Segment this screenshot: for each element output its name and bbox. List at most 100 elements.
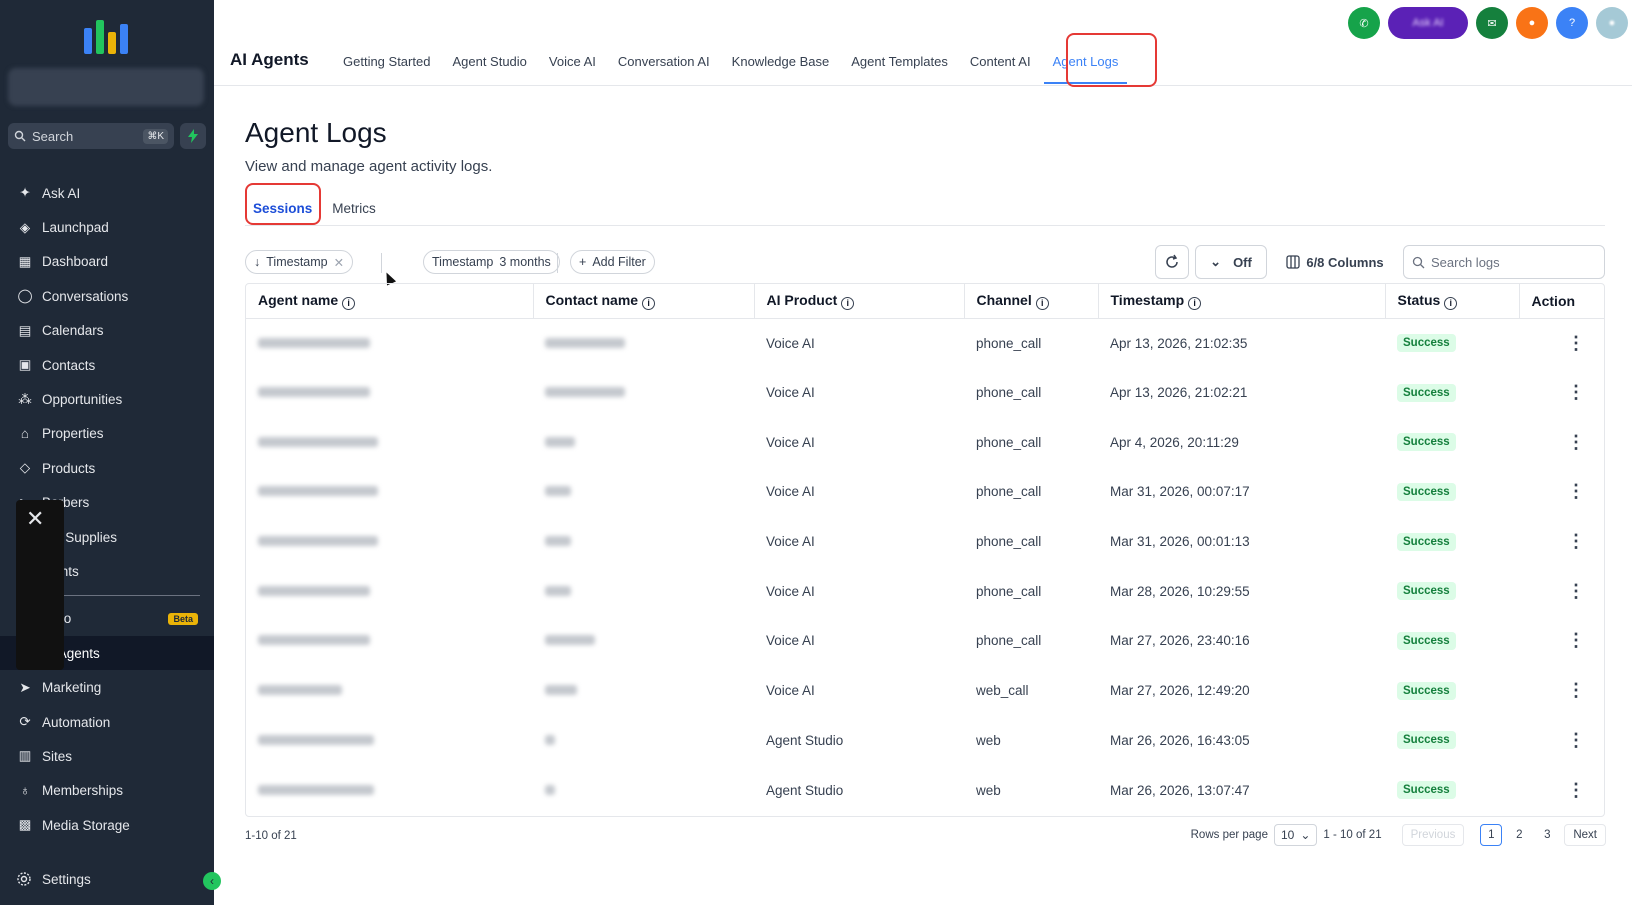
tab-conversation-ai[interactable]: Conversation AI [607, 54, 721, 78]
search-shortcut-badge: ⌘K [143, 128, 168, 144]
more-vertical-icon[interactable]: ⋮ [1531, 531, 1585, 551]
tab-metrics[interactable]: Metrics [324, 198, 384, 226]
refresh-button[interactable] [1155, 245, 1189, 279]
quick-action-button[interactable] [180, 123, 206, 149]
info-icon[interactable]: i [841, 296, 855, 310]
sparkle-icon: ✦ [19, 185, 31, 201]
filter-chip-timestamp-range[interactable]: Timestamp 3 months [423, 250, 560, 274]
divider [557, 253, 558, 273]
sidebar-item-settings[interactable]: Settings [0, 862, 214, 896]
redacted-agent-name [258, 585, 370, 596]
info-icon[interactable]: i [1188, 296, 1202, 310]
user-avatar[interactable]: ● [1596, 7, 1628, 39]
collapse-sidebar-button[interactable]: ‹ [203, 872, 221, 890]
search-logs-input[interactable] [1431, 254, 1591, 270]
sidebar-item-label: Conversations [42, 288, 129, 304]
tab-knowledge-base[interactable]: Knowledge Base [721, 54, 841, 78]
more-vertical-icon[interactable]: ⋮ [1531, 333, 1585, 353]
tab-content-ai[interactable]: Content AI [959, 54, 1042, 78]
search-logs-field[interactable] [1403, 245, 1605, 279]
status-badge: Success [1397, 681, 1456, 700]
auto-refresh-toggle[interactable]: ⌄ Off [1195, 245, 1267, 279]
column-header-status[interactable]: Status i [1385, 284, 1520, 319]
add-filter-button[interactable]: + Add Filter [570, 250, 655, 274]
info-icon[interactable]: i [342, 296, 356, 310]
column-header-timestamp[interactable]: Timestamp i [1098, 284, 1386, 319]
column-header-contact-name[interactable]: Contact name i [533, 284, 755, 319]
brand-logo[interactable] [84, 14, 130, 54]
sidebar-item-media-storage[interactable]: ▩ Media Storage [0, 808, 214, 842]
table-row[interactable]: Agent Studio web Mar 26, 2026, 13:07:47 Suc… [246, 765, 1604, 815]
sidebar-item-opportunities[interactable]: ⁂ Opportunities [0, 382, 214, 416]
more-vertical-icon[interactable]: ⋮ [1531, 382, 1585, 402]
table-row[interactable]: Agent Studio web Mar 26, 2026, 16:43:05 Suc… [246, 716, 1604, 766]
cell-channel: phone_call [976, 385, 1042, 401]
close-icon[interactable]: ✕ [26, 506, 44, 532]
column-header-agent-name[interactable]: Agent name i [246, 284, 534, 319]
sidebar-item-label: Dashboard [42, 254, 109, 270]
sidebar-item-launchpad[interactable]: ◈ Launchpad [0, 210, 214, 244]
sidebar-item-contacts[interactable]: ▣ Contacts [0, 348, 214, 382]
table-row[interactable]: Voice AI phone_call Mar 31, 2026, 00:07:17… [246, 467, 1604, 517]
status-badge: Success [1397, 631, 1456, 650]
sidebar-item-products[interactable]: ◇ Products [0, 451, 214, 485]
page-button-3[interactable]: 3 [1536, 824, 1558, 846]
page-button-1[interactable]: 1 [1480, 824, 1503, 846]
columns-button[interactable]: 6/8 Columns [1275, 245, 1395, 279]
sidebar-item-label: Calendars [42, 323, 104, 339]
tab-getting-started[interactable]: Getting Started [332, 54, 441, 78]
more-vertical-icon[interactable]: ⋮ [1531, 432, 1585, 452]
page-button-2[interactable]: 2 [1508, 824, 1530, 846]
sidebar-item-label: Contacts [42, 357, 96, 373]
house-icon: ⌂ [20, 426, 30, 442]
sort-chip-timestamp[interactable]: ↓ Timestamp ✕ [245, 250, 354, 274]
table-row[interactable]: Voice AI phone_call Mar 28, 2026, 10:29:55… [246, 566, 1604, 616]
sidebar-item-marketing[interactable]: ➤ Marketing [0, 670, 214, 704]
sidebar-divider [56, 594, 200, 596]
cell-ai-product: Voice AI [766, 683, 815, 699]
more-vertical-icon[interactable]: ⋮ [1531, 680, 1585, 700]
table-row[interactable]: Voice AI phone_call Apr 13, 2026, 21:02:21… [246, 368, 1604, 418]
previous-page-button[interactable]: Previous [1401, 824, 1465, 846]
megaphone-button[interactable]: ✉ [1476, 7, 1508, 39]
sidebar-item-properties[interactable]: ⌂ Properties [0, 417, 214, 451]
column-header-channel[interactable]: Channel i [964, 284, 1099, 319]
remove-chip-icon[interactable]: ✕ [334, 255, 344, 270]
table-row[interactable]: Voice AI phone_call Apr 13, 2026, 21:02:35… [246, 318, 1604, 368]
table-row[interactable]: Voice AI web_call Mar 27, 2026, 12:49:20 Su… [246, 666, 1604, 716]
info-icon[interactable]: i [1035, 296, 1049, 310]
info-icon[interactable]: i [1444, 296, 1458, 310]
sidebar-item-ask-ai[interactable]: ✦ Ask AI [0, 176, 214, 210]
more-vertical-icon[interactable]: ⋮ [1531, 730, 1585, 750]
notifications-button[interactable]: ● [1516, 7, 1548, 39]
more-vertical-icon[interactable]: ⋮ [1531, 630, 1585, 650]
ask-ai-button[interactable]: Ask AI [1388, 7, 1468, 39]
sidebar-item-sites[interactable]: ▥ Sites [0, 739, 214, 773]
sidebar-item-automation[interactable]: ⟳ Automation [0, 705, 214, 739]
sidebar-search-input[interactable]: Search ⌘K [8, 123, 174, 149]
status-badge: Success [1397, 532, 1456, 551]
table-row[interactable]: Voice AI phone_call Apr 4, 2026, 20:11:29 S… [246, 417, 1604, 467]
redacted-agent-name [258, 337, 370, 348]
tab-voice-ai[interactable]: Voice AI [538, 54, 607, 78]
account-switcher[interactable] [8, 68, 204, 106]
sidebar-item-memberships[interactable]: ♁ Memberships [0, 774, 214, 808]
sidebar-item-label: Properties [42, 426, 104, 442]
sidebar-item-label: Memberships [42, 783, 124, 799]
more-vertical-icon[interactable]: ⋮ [1531, 581, 1585, 601]
table-row[interactable]: Voice AI phone_call Mar 31, 2026, 00:01:13… [246, 517, 1604, 567]
sidebar-item-dashboard[interactable]: ▦ Dashboard [0, 245, 214, 279]
more-vertical-icon[interactable]: ⋮ [1531, 780, 1585, 800]
sidebar-item-conversations[interactable]: ◯ Conversations [0, 279, 214, 313]
table-row[interactable]: Voice AI phone_call Mar 27, 2026, 23:40:16… [246, 616, 1604, 666]
sidebar-item-calendars[interactable]: ▤ Calendars [0, 314, 214, 348]
next-page-button[interactable]: Next [1564, 824, 1606, 846]
phone-button[interactable]: ✆ [1348, 7, 1380, 39]
tab-agent-templates[interactable]: Agent Templates [840, 54, 959, 78]
tab-agent-studio[interactable]: Agent Studio [441, 54, 537, 78]
column-header-ai-product[interactable]: AI Product i [754, 284, 965, 319]
info-icon[interactable]: i [642, 296, 656, 310]
rows-per-page-select[interactable]: 10 ⌄ [1273, 824, 1318, 846]
more-vertical-icon[interactable]: ⋮ [1531, 481, 1585, 501]
help-button[interactable]: ? [1556, 7, 1588, 39]
